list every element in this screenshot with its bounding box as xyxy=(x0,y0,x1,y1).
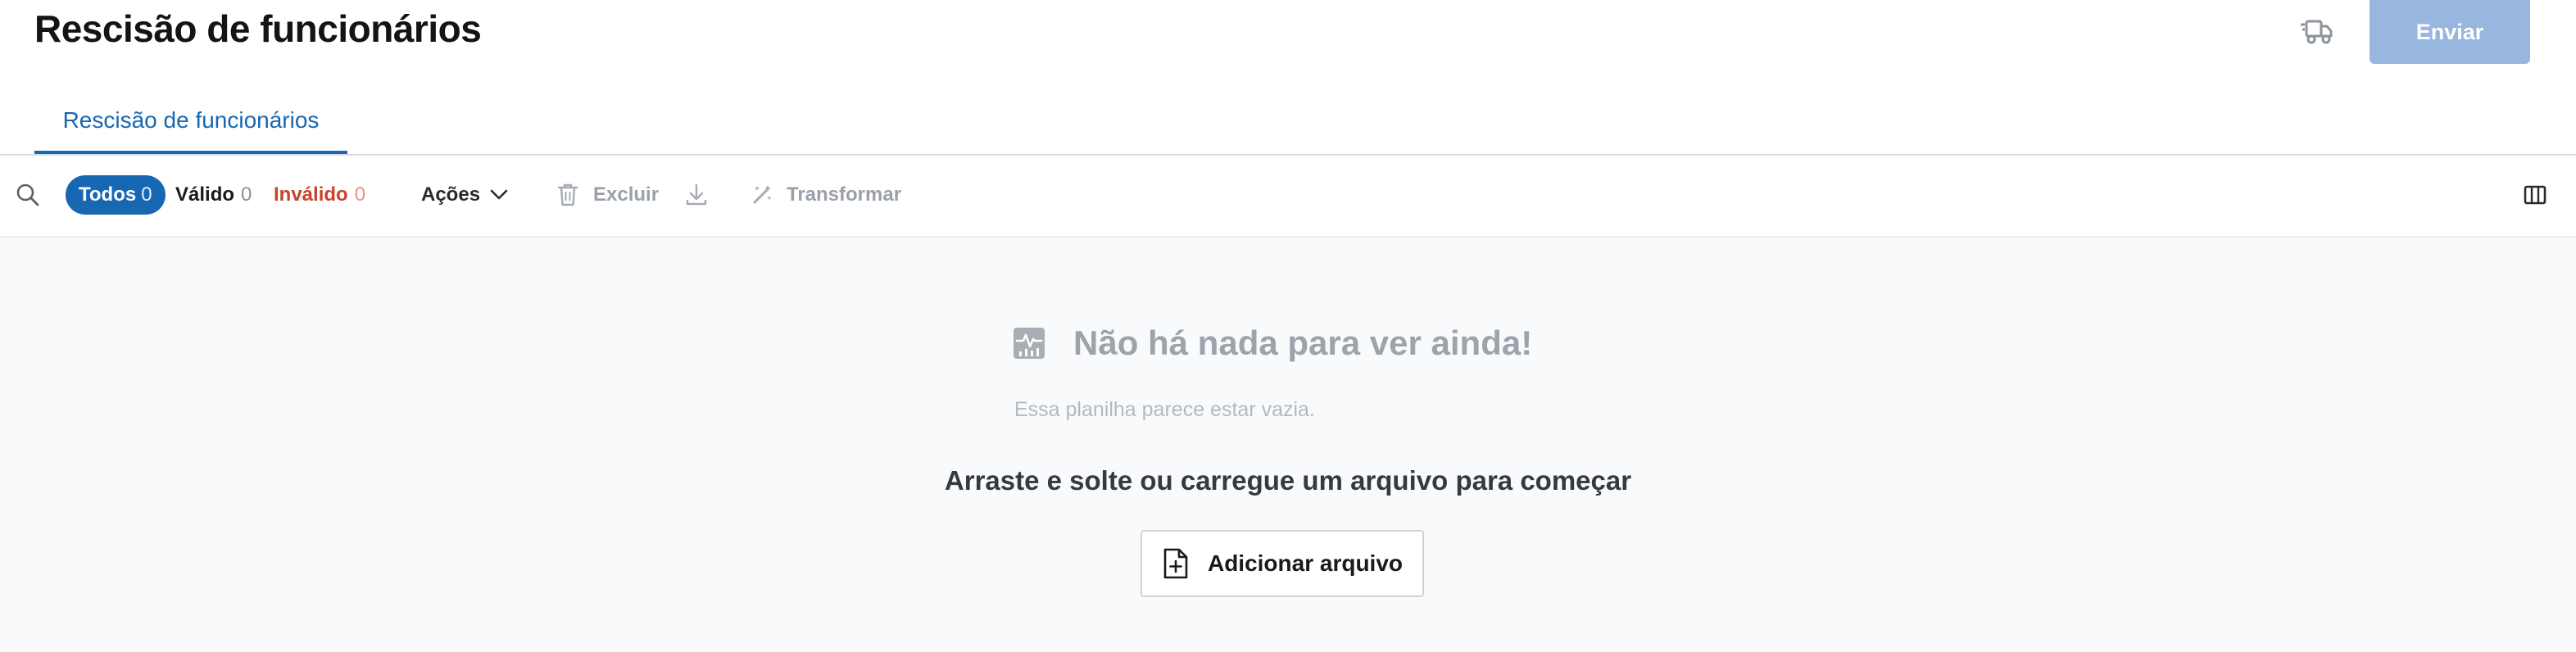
delete-button[interactable]: Excluir xyxy=(557,175,659,215)
page-title: Rescisão de funcionários xyxy=(34,7,482,50)
filter-valid-label: Válido xyxy=(175,183,235,206)
filter-all-count: 0 xyxy=(141,183,152,206)
trash-icon xyxy=(557,183,578,206)
search-button[interactable] xyxy=(11,179,44,211)
filter-invalid-count: 0 xyxy=(354,183,366,206)
filter-valid-count: 0 xyxy=(241,183,252,206)
empty-state-subtitle: Essa planilha parece estar vazia. xyxy=(1014,398,1315,421)
download-button[interactable] xyxy=(685,175,708,215)
filter-valid[interactable]: Válido 0 xyxy=(175,175,252,215)
add-file-label: Adicionar arquivo xyxy=(1207,550,1404,576)
chevron-down-icon xyxy=(490,189,508,200)
activity-chart-icon xyxy=(1014,328,1045,359)
filter-invalid-label: Inválido xyxy=(274,183,348,206)
filter-all[interactable]: Todos 0 xyxy=(66,175,166,215)
transform-label: Transformar xyxy=(787,183,902,206)
toolbar: Todos 0 Válido 0 Inválido 0 Ações Exclui… xyxy=(0,156,2576,236)
actions-label: Ações xyxy=(421,183,481,206)
filter-invalid[interactable]: Inválido 0 xyxy=(274,175,365,215)
empty-state-heading: Não há nada para ver ainda! xyxy=(1013,324,1532,363)
truck-button[interactable] xyxy=(2291,11,2343,51)
columns-button[interactable] xyxy=(2519,179,2551,211)
columns-icon xyxy=(2524,185,2547,205)
add-file-button[interactable]: Adicionar arquivo xyxy=(1141,530,1424,597)
submit-button[interactable]: Enviar xyxy=(2370,0,2530,64)
truck-icon xyxy=(2301,20,2333,44)
filter-all-label: Todos xyxy=(79,183,137,206)
file-plus-icon xyxy=(1163,548,1188,579)
actions-dropdown[interactable]: Ações xyxy=(421,175,508,215)
empty-state-title: Não há nada para ver ainda! xyxy=(1073,324,1533,362)
transform-button[interactable]: Transformar xyxy=(751,175,901,215)
header: Rescisão de funcionários Enviar Rescisão… xyxy=(0,0,2576,154)
drop-instructions: Arraste e solte ou carregue um arquivo p… xyxy=(944,465,1632,496)
delete-label: Excluir xyxy=(593,183,660,206)
search-icon xyxy=(16,183,39,206)
tab-rescisao-de-funcionarios[interactable]: Rescisão de funcionários xyxy=(34,97,347,154)
download-icon xyxy=(686,183,707,206)
magic-wand-icon xyxy=(753,185,772,204)
empty-state-area: Não há nada para ver ainda! Essa planilh… xyxy=(0,238,2576,652)
